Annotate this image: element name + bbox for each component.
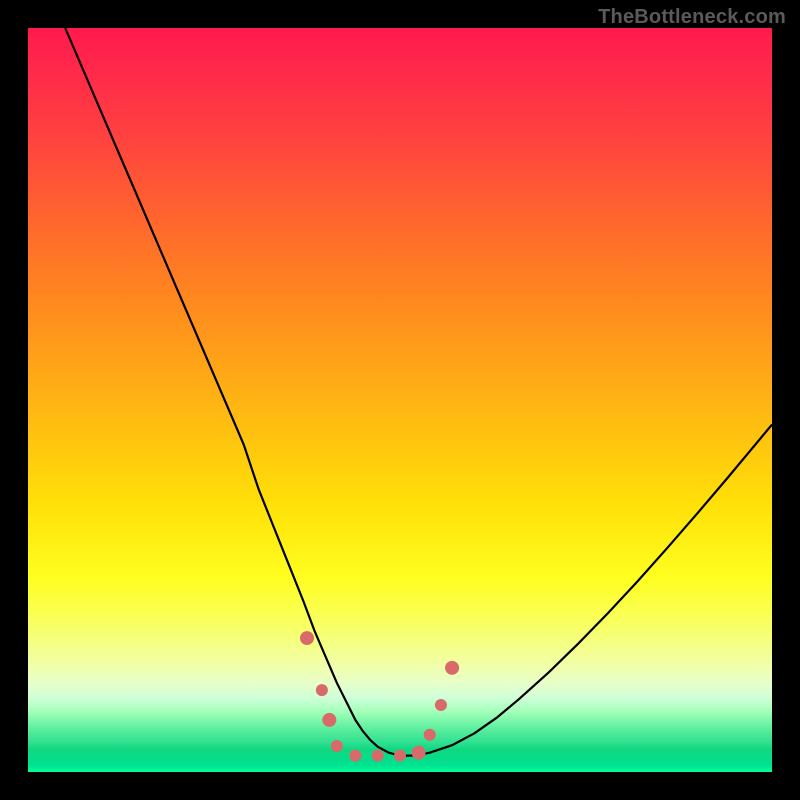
curve-marker-dot bbox=[372, 750, 384, 762]
curve-marker-dot bbox=[445, 661, 459, 675]
curve-marker-dot bbox=[435, 699, 447, 711]
curve-line bbox=[65, 28, 772, 756]
bottleneck-curve bbox=[28, 28, 772, 772]
chart-frame: TheBottleneck.com bbox=[0, 0, 800, 800]
curve-marker-dot bbox=[412, 746, 426, 760]
curve-marker-dot bbox=[394, 750, 406, 762]
curve-marker-dot bbox=[316, 684, 328, 696]
curve-marker-dot bbox=[424, 729, 436, 741]
watermark-text: TheBottleneck.com bbox=[598, 6, 786, 29]
curve-marker-dot bbox=[300, 631, 314, 645]
plot-area bbox=[28, 28, 772, 772]
curve-marker-dot bbox=[349, 750, 361, 762]
curve-marker-dot bbox=[322, 713, 336, 727]
curve-marker-dot bbox=[331, 740, 343, 752]
